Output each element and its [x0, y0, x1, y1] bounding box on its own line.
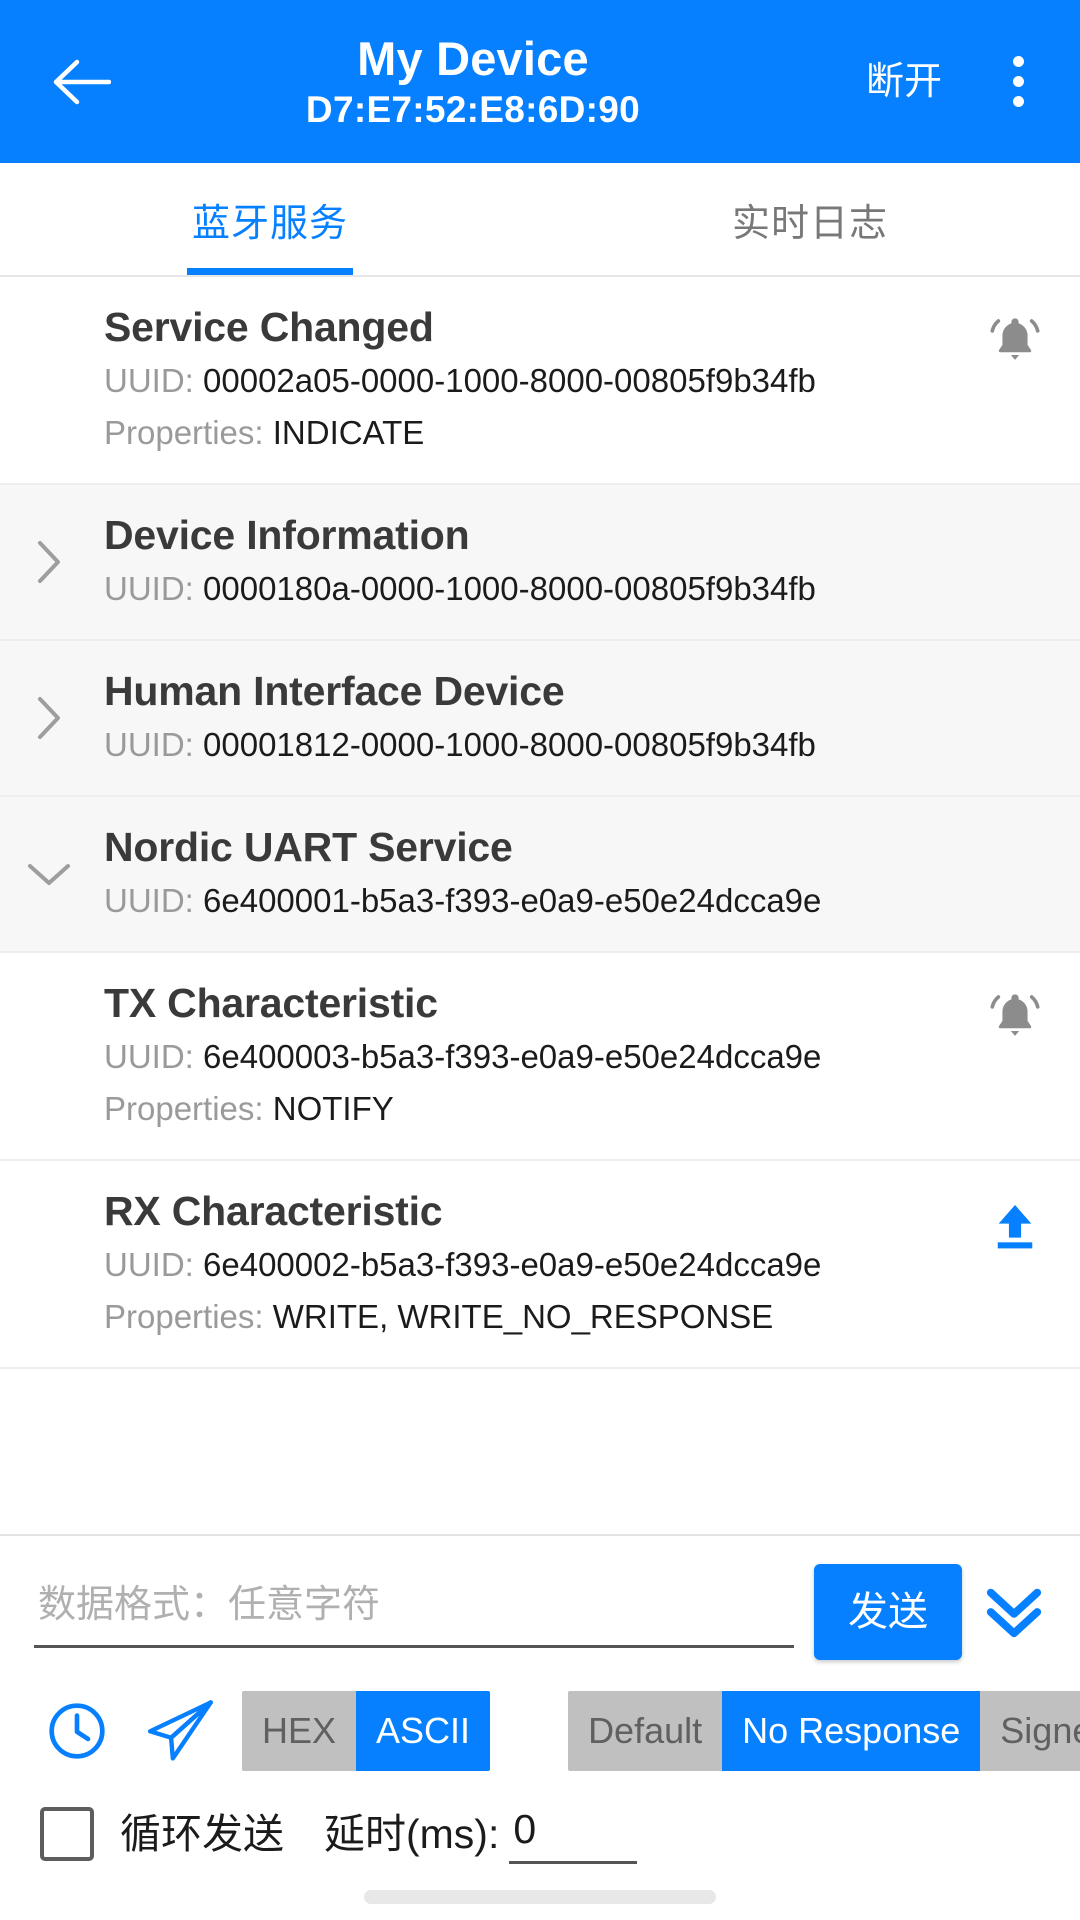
list-item[interactable]: Device Information UUID: 0000180a-0000-1…	[0, 485, 1080, 641]
data-format-toggle-group: HEX ASCII	[242, 1691, 491, 1771]
page-title: My Device	[357, 31, 589, 85]
write-type-segment-signed[interactable]: Signed	[980, 1691, 1080, 1771]
double-chevron-down-icon[interactable]	[972, 1570, 1056, 1654]
app-bar: My Device D7:E7:52:E8:6D:90 断开	[0, 0, 1080, 163]
service-name: Nordic UART Service	[104, 824, 513, 870]
send-panel: 发送	[0, 1534, 1080, 1874]
app-bar-titles: My Device D7:E7:52:E8:6D:90	[100, 31, 856, 133]
loop-send-row: 循环发送 延时(ms):	[0, 1786, 1080, 1874]
uuid-value: 00002a05-0000-1000-8000-00805f9b34fb	[203, 362, 816, 399]
send-input-row: 发送	[0, 1550, 1080, 1670]
send-button[interactable]: 发送	[814, 1564, 962, 1660]
clock-icon[interactable]	[34, 1688, 120, 1774]
send-toolbar: HEX ASCII Default No Response Signed	[0, 1670, 1080, 1786]
tab-bluetooth-services[interactable]: 蓝牙服务	[0, 163, 540, 275]
more-vertical-icon[interactable]	[982, 34, 1054, 130]
uuid-label: UUID:	[104, 726, 194, 763]
properties-value: INDICATE	[272, 414, 425, 451]
format-segment-ascii[interactable]: ASCII	[356, 1691, 491, 1771]
properties-label: Properties:	[104, 414, 264, 451]
characteristic-uuid-line: UUID: 6e400002-b5a3-f393-e0a9-e50e24dcca…	[104, 1241, 1046, 1289]
properties-label: Properties:	[104, 1090, 264, 1127]
list-item[interactable]: TX Characteristic UUID: 6e400003-b5a3-f3…	[0, 953, 1080, 1161]
properties-value: NOTIFY	[272, 1090, 394, 1127]
uuid-value: 6e400002-b5a3-f393-e0a9-e50e24dcca9e	[203, 1246, 822, 1283]
uuid-label: UUID:	[104, 1246, 194, 1283]
uuid-value: 6e400001-b5a3-f393-e0a9-e50e24dcca9e	[203, 882, 822, 919]
service-uuid-line: UUID: 0000180a-0000-1000-8000-00805f9b34…	[104, 565, 1046, 613]
properties-value: WRITE, WRITE_NO_RESPONSE	[272, 1298, 774, 1335]
overflow-dot	[1012, 96, 1024, 107]
upload-arrow-icon[interactable]	[984, 1195, 1046, 1257]
service-uuid-line: UUID: 00002a05-0000-1000-8000-00805f9b34…	[104, 357, 1046, 405]
delay-label: 延时(ms):	[324, 1811, 500, 1857]
system-navigation-area	[0, 1874, 1080, 1920]
list-item[interactable]: RX Characteristic UUID: 6e400002-b5a3-f3…	[0, 1161, 1080, 1369]
data-input-wrap	[34, 1570, 794, 1654]
overflow-dot	[1012, 56, 1024, 67]
service-properties-line: Properties: INDICATE	[104, 409, 1046, 457]
uuid-label: UUID:	[104, 1038, 194, 1075]
uuid-value: 0000180a-0000-1000-8000-00805f9b34fb	[203, 570, 816, 607]
write-type-toggle-group: Default No Response Signed	[568, 1691, 1080, 1771]
uuid-label: UUID:	[104, 882, 194, 919]
uuid-label: UUID:	[104, 570, 194, 607]
list-item[interactable]: Nordic UART Service UUID: 6e400001-b5a3-…	[0, 797, 1080, 953]
write-type-segment-default[interactable]: Default	[568, 1691, 723, 1771]
characteristic-name: RX Characteristic	[104, 1188, 443, 1234]
chevron-down-icon[interactable]	[26, 851, 72, 897]
delay-input[interactable]	[509, 1804, 638, 1864]
service-name: Human Interface Device	[104, 668, 565, 714]
service-name: Service Changed	[104, 304, 434, 350]
loop-send-label: 循环发送	[120, 1811, 284, 1857]
characteristic-properties-line: Properties: NOTIFY	[104, 1085, 1046, 1133]
service-uuid-line: UUID: 6e400001-b5a3-f393-e0a9-e50e24dcca…	[104, 877, 1046, 925]
service-uuid-line: UUID: 00001812-0000-1000-8000-00805f9b34…	[104, 721, 1046, 769]
uuid-label: UUID:	[104, 362, 194, 399]
characteristic-uuid-line: UUID: 6e400003-b5a3-f393-e0a9-e50e24dcca…	[104, 1033, 1046, 1081]
paper-plane-icon[interactable]	[138, 1688, 224, 1774]
notifications-active-bell-icon[interactable]	[984, 987, 1046, 1049]
properties-label: Properties:	[104, 1298, 264, 1335]
device-mac-address: D7:E7:52:E8:6D:90	[305, 88, 641, 130]
list-item[interactable]: Human Interface Device UUID: 00001812-00…	[0, 641, 1080, 797]
tab-label: 蓝牙服务	[191, 202, 348, 245]
tab-label: 实时日志	[731, 202, 888, 245]
list-item[interactable]: Service Changed UUID: 00002a05-0000-1000…	[0, 277, 1080, 485]
tab-bar: 蓝牙服务 实时日志	[0, 163, 1080, 277]
disconnect-button[interactable]: 断开	[856, 46, 952, 118]
data-input[interactable]	[34, 1570, 794, 1648]
overflow-dot	[1012, 76, 1024, 87]
tab-realtime-log[interactable]: 实时日志	[540, 163, 1080, 275]
loop-send-checkbox[interactable]	[40, 1807, 94, 1861]
home-indicator[interactable]	[364, 1890, 716, 1904]
service-list[interactable]: Service Changed UUID: 00002a05-0000-1000…	[0, 277, 1080, 1534]
service-name: Device Information	[104, 512, 470, 558]
chevron-right-icon[interactable]	[26, 539, 72, 585]
notifications-active-bell-icon[interactable]	[984, 311, 1046, 373]
chevron-right-icon[interactable]	[26, 695, 72, 741]
bluetooth-device-screen: My Device D7:E7:52:E8:6D:90 断开 蓝牙服务 实时日志…	[0, 0, 1080, 1920]
uuid-value: 00001812-0000-1000-8000-00805f9b34fb	[203, 726, 816, 763]
uuid-value: 6e400003-b5a3-f393-e0a9-e50e24dcca9e	[203, 1038, 822, 1075]
characteristic-properties-line: Properties: WRITE, WRITE_NO_RESPONSE	[104, 1293, 1046, 1341]
write-type-segment-no-response[interactable]: No Response	[722, 1691, 981, 1771]
characteristic-name: TX Characteristic	[104, 980, 438, 1026]
format-segment-hex[interactable]: HEX	[242, 1691, 357, 1771]
